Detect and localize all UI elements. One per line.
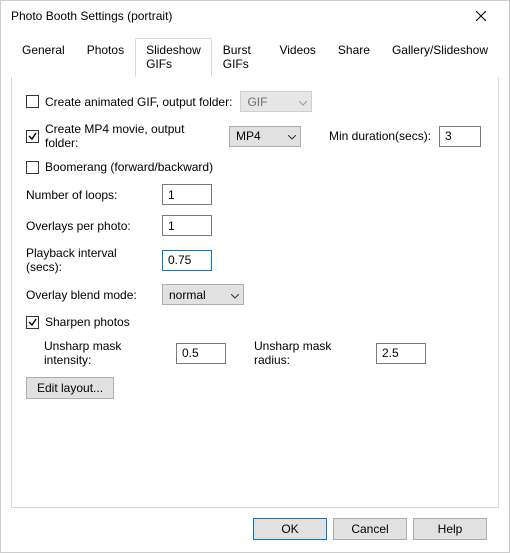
min-duration-label: Min duration(secs):	[329, 129, 431, 143]
unsharp-intensity-label: Unsharp mask intensity:	[44, 339, 168, 367]
unsharp-radius-input[interactable]	[376, 343, 426, 364]
chevron-down-icon	[231, 288, 239, 302]
playback-label: Playback interval (secs):	[26, 246, 154, 274]
titlebar: Photo Booth Settings (portrait)	[1, 1, 509, 31]
boomerang-label: Boomerang (forward/backward)	[45, 160, 213, 174]
min-duration-input[interactable]	[439, 126, 481, 147]
loops-label: Number of loops:	[26, 188, 154, 202]
window-title: Photo Booth Settings (portrait)	[11, 9, 461, 23]
blend-mode-value: normal	[169, 288, 206, 302]
tab-burst-gifs[interactable]: Burst GIFs	[212, 38, 269, 77]
chevron-down-icon	[299, 95, 307, 109]
create-gif-label: Create animated GIF, output folder:	[45, 95, 232, 109]
dialog-footer: OK Cancel Help	[11, 508, 499, 552]
blend-mode-select[interactable]: normal	[162, 284, 244, 305]
create-mp4-checkbox[interactable]	[26, 130, 39, 143]
close-button[interactable]	[461, 2, 501, 30]
overlays-input[interactable]	[162, 215, 212, 236]
tab-videos[interactable]: Videos	[268, 38, 326, 77]
overlays-label: Overlays per photo:	[26, 219, 154, 233]
tab-general[interactable]: General	[11, 38, 76, 77]
mp4-folder-value: MP4	[236, 129, 261, 143]
gif-folder-value: GIF	[247, 95, 267, 109]
tabstrip: General Photos Slideshow GIFs Burst GIFs…	[11, 37, 499, 77]
mp4-folder-select[interactable]: MP4	[229, 126, 301, 147]
content-area: General Photos Slideshow GIFs Burst GIFs…	[1, 31, 509, 552]
help-button[interactable]: Help	[413, 518, 487, 540]
tab-slideshow-gifs[interactable]: Slideshow GIFs	[135, 38, 212, 77]
sharpen-checkbox[interactable]	[26, 316, 39, 329]
create-gif-checkbox[interactable]	[26, 95, 39, 108]
unsharp-intensity-input[interactable]	[176, 343, 226, 364]
playback-input[interactable]	[162, 250, 212, 271]
loops-input[interactable]	[162, 184, 212, 205]
sharpen-label: Sharpen photos	[45, 315, 130, 329]
create-mp4-label: Create MP4 movie, output folder:	[45, 122, 221, 150]
gif-folder-select[interactable]: GIF	[240, 91, 312, 112]
blend-label: Overlay blend mode:	[26, 288, 154, 302]
tab-photos[interactable]: Photos	[76, 38, 135, 77]
close-icon	[476, 11, 486, 21]
boomerang-checkbox[interactable]	[26, 161, 39, 174]
settings-window: Photo Booth Settings (portrait) General …	[0, 0, 510, 553]
tab-gallery-slideshow[interactable]: Gallery/Slideshow	[381, 38, 499, 77]
tab-panel: Create animated GIF, output folder: GIF …	[11, 77, 499, 508]
chevron-down-icon	[288, 129, 296, 143]
unsharp-radius-label: Unsharp mask radius:	[254, 339, 368, 367]
tab-share[interactable]: Share	[327, 38, 381, 77]
edit-layout-button[interactable]: Edit layout...	[26, 377, 114, 399]
cancel-button[interactable]: Cancel	[333, 518, 407, 540]
ok-button[interactable]: OK	[253, 518, 327, 540]
